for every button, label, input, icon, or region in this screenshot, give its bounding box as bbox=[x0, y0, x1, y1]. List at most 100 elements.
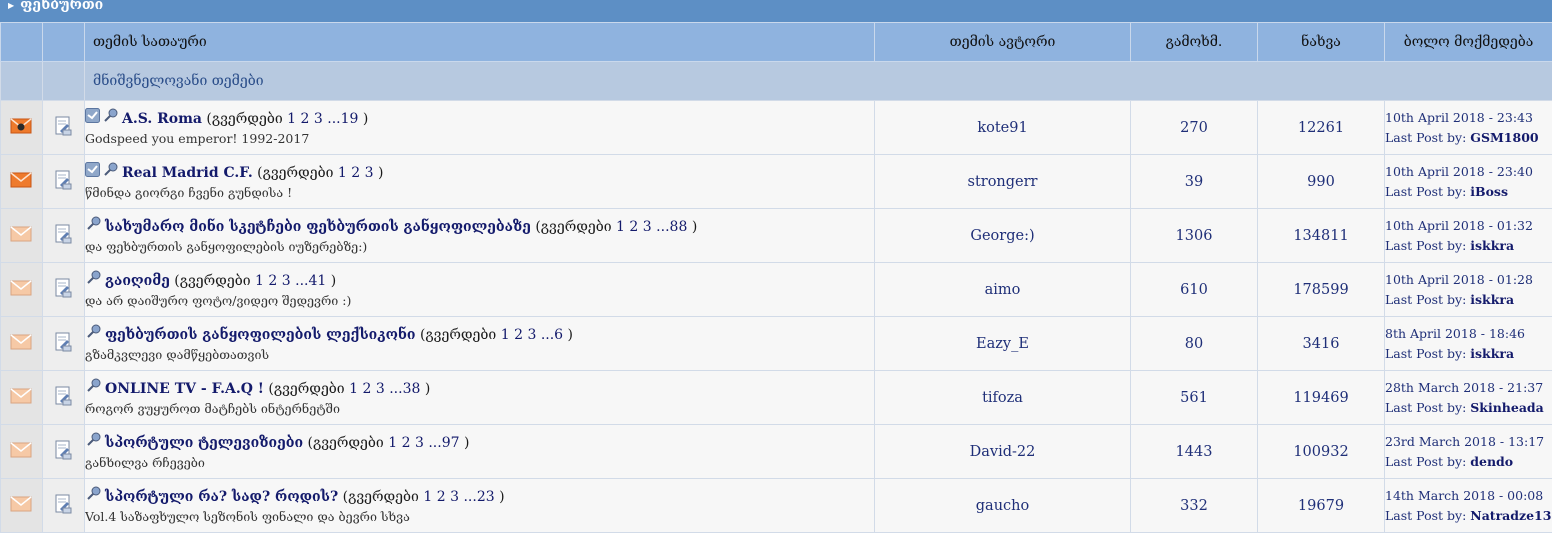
page-link[interactable]: 3 bbox=[282, 273, 291, 289]
table-row: ONLINE TV - F.A.Q ! (გვერდები 1 2 3 ...3… bbox=[1, 371, 1552, 425]
page-link[interactable]: 2 bbox=[268, 273, 277, 289]
author-column-header[interactable]: თემის ავტორი bbox=[875, 23, 1131, 62]
topic-title-link[interactable]: A.S. Roma bbox=[122, 111, 202, 127]
topic-title-link[interactable]: სპორტული რა? სად? როდის? bbox=[105, 489, 338, 505]
page-link[interactable]: 2 bbox=[362, 381, 371, 397]
last-post-user-link[interactable]: dendo bbox=[1470, 454, 1513, 469]
topic-title-link[interactable]: ONLINE TV - F.A.Q ! bbox=[105, 381, 264, 397]
last-post-user-link[interactable]: Skinheada bbox=[1470, 400, 1544, 415]
page-link[interactable]: 3 bbox=[365, 165, 374, 181]
page-link[interactable]: 2 bbox=[629, 219, 638, 235]
page-link[interactable]: 3 bbox=[643, 219, 652, 235]
topic-author-link[interactable]: tifoza bbox=[982, 390, 1023, 406]
last-post-date[interactable]: 10th April 2018 - 23:43 bbox=[1385, 108, 1552, 128]
replies-count[interactable]: 80 bbox=[1185, 336, 1203, 352]
page-link[interactable]: 2 bbox=[351, 165, 360, 181]
title-cell: A.S. Roma (გვერდები 1 2 3 ...19 )Godspee… bbox=[85, 101, 875, 155]
views-cell: 134811 bbox=[1258, 209, 1385, 263]
page-link[interactable]: 2 bbox=[301, 111, 310, 127]
replies-count[interactable]: 1443 bbox=[1176, 444, 1213, 460]
last-action-column-header[interactable]: ბოლო მოქმედება bbox=[1385, 23, 1552, 62]
page-link[interactable]: 1 bbox=[616, 219, 625, 235]
topic-author-link[interactable]: aimo bbox=[985, 282, 1021, 298]
views-cell: 100932 bbox=[1258, 425, 1385, 479]
topic-author-link[interactable]: George:) bbox=[970, 228, 1034, 244]
topic-title-link[interactable]: Real Madrid C.F. bbox=[122, 165, 253, 181]
topic-type-cell bbox=[43, 371, 85, 425]
last-page-link[interactable]: 38 bbox=[403, 381, 421, 397]
topic-author-link[interactable]: David-22 bbox=[970, 444, 1036, 460]
last-page-link[interactable]: 88 bbox=[670, 219, 688, 235]
replies-count[interactable]: 270 bbox=[1180, 120, 1208, 136]
page-link[interactable]: 3 bbox=[450, 489, 459, 505]
page-ellipsis: ... bbox=[541, 327, 554, 343]
read-envelope-icon bbox=[10, 280, 32, 300]
page-link[interactable]: 1 bbox=[501, 327, 510, 343]
topic-author-link[interactable]: gaucho bbox=[976, 498, 1029, 514]
last-post-user-link[interactable]: iskkra bbox=[1470, 292, 1514, 307]
page-link[interactable]: 3 bbox=[314, 111, 323, 127]
collapse-arrow-icon[interactable]: ▶ bbox=[8, 0, 14, 10]
topic-title-line: სახუმარო მინი სკეტჩები ფეხბურთის განყოფი… bbox=[85, 216, 874, 238]
last-post-by: Last Post by: iskkra bbox=[1385, 344, 1552, 364]
last-post-date[interactable]: 14th March 2018 - 00:08 bbox=[1385, 486, 1552, 506]
topic-document-icon bbox=[54, 170, 72, 194]
page-link[interactable]: 1 bbox=[388, 435, 397, 451]
page-link[interactable]: 3 bbox=[376, 381, 385, 397]
last-post-user-link[interactable]: iBoss bbox=[1470, 184, 1508, 199]
last-post-user-link[interactable]: GSM1800 bbox=[1470, 130, 1538, 145]
page-link[interactable]: 1 bbox=[255, 273, 264, 289]
page-link[interactable]: 1 bbox=[349, 381, 358, 397]
replies-count[interactable]: 561 bbox=[1180, 390, 1208, 406]
topic-author-link[interactable]: kote91 bbox=[977, 120, 1027, 136]
pages-open: (გვერდები bbox=[206, 111, 282, 127]
topic-title-link[interactable]: სახუმარო მინი სკეტჩები ფეხბურთის განყოფი… bbox=[105, 219, 531, 235]
last-page-link[interactable]: 6 bbox=[554, 327, 563, 343]
topic-author-link[interactable]: Eazy_E bbox=[976, 336, 1029, 352]
page-link[interactable]: 2 bbox=[514, 327, 523, 343]
replies-count[interactable]: 332 bbox=[1180, 498, 1208, 514]
last-post-user-link[interactable]: iskkra bbox=[1470, 346, 1514, 361]
page-link[interactable]: 2 bbox=[402, 435, 411, 451]
forum-title[interactable]: ფეხბურთი bbox=[20, 0, 103, 13]
topic-author-link[interactable]: strongerr bbox=[968, 174, 1038, 190]
topic-type-cell bbox=[43, 155, 85, 209]
last-page-link[interactable]: 19 bbox=[341, 111, 359, 127]
page-link[interactable]: 2 bbox=[437, 489, 446, 505]
last-post-date[interactable]: 28th March 2018 - 21:37 bbox=[1385, 378, 1552, 398]
last-post-prefix: Last Post by: bbox=[1385, 238, 1466, 253]
last-post-date[interactable]: 8th April 2018 - 18:46 bbox=[1385, 324, 1552, 344]
pages-close: ) bbox=[378, 165, 383, 181]
last-page-link[interactable]: 97 bbox=[442, 435, 460, 451]
page-link[interactable]: 1 bbox=[338, 165, 347, 181]
last-post-date[interactable]: 10th April 2018 - 01:32 bbox=[1385, 216, 1552, 236]
topic-title-link[interactable]: გაიღიმე bbox=[105, 273, 170, 289]
author-cell: Eazy_E bbox=[875, 317, 1131, 371]
views-count: 178599 bbox=[1293, 282, 1348, 298]
last-post-user-link[interactable]: iskkra bbox=[1470, 238, 1514, 253]
replies-count[interactable]: 1306 bbox=[1176, 228, 1213, 244]
title-column-header[interactable]: თემის სათაური bbox=[85, 23, 875, 62]
topic-document-icon bbox=[54, 278, 72, 302]
last-post-date[interactable]: 10th April 2018 - 23:40 bbox=[1385, 162, 1552, 182]
page-link[interactable]: 1 bbox=[287, 111, 296, 127]
last-page-link[interactable]: 41 bbox=[308, 273, 326, 289]
last-post-prefix: Last Post by: bbox=[1385, 400, 1466, 415]
replies-count[interactable]: 39 bbox=[1185, 174, 1203, 190]
replies-column-header[interactable]: გამოხმ. bbox=[1131, 23, 1258, 62]
last-page-link[interactable]: 23 bbox=[477, 489, 495, 505]
last-post-date[interactable]: 23rd March 2018 - 13:17 bbox=[1385, 432, 1552, 452]
replies-count[interactable]: 610 bbox=[1180, 282, 1208, 298]
last-post-user-link[interactable]: Natradze13 bbox=[1470, 508, 1551, 523]
pin-icon bbox=[85, 270, 103, 292]
page-link[interactable]: 1 bbox=[423, 489, 432, 505]
topic-title-link[interactable]: სპორტული ტელევიზიები bbox=[105, 435, 303, 451]
topic-description: და ფეხბურთის განყოფილების იუზერებზე:) bbox=[85, 238, 874, 256]
page-link[interactable]: 3 bbox=[415, 435, 424, 451]
author-cell: aimo bbox=[875, 263, 1131, 317]
topic-title-link[interactable]: ფეხბურთის განყოფილების ლექსიკონი bbox=[105, 327, 416, 343]
views-column-header[interactable]: ნახვა bbox=[1258, 23, 1385, 62]
author-cell: David-22 bbox=[875, 425, 1131, 479]
page-link[interactable]: 3 bbox=[527, 327, 536, 343]
last-post-date[interactable]: 10th April 2018 - 01:28 bbox=[1385, 270, 1552, 290]
